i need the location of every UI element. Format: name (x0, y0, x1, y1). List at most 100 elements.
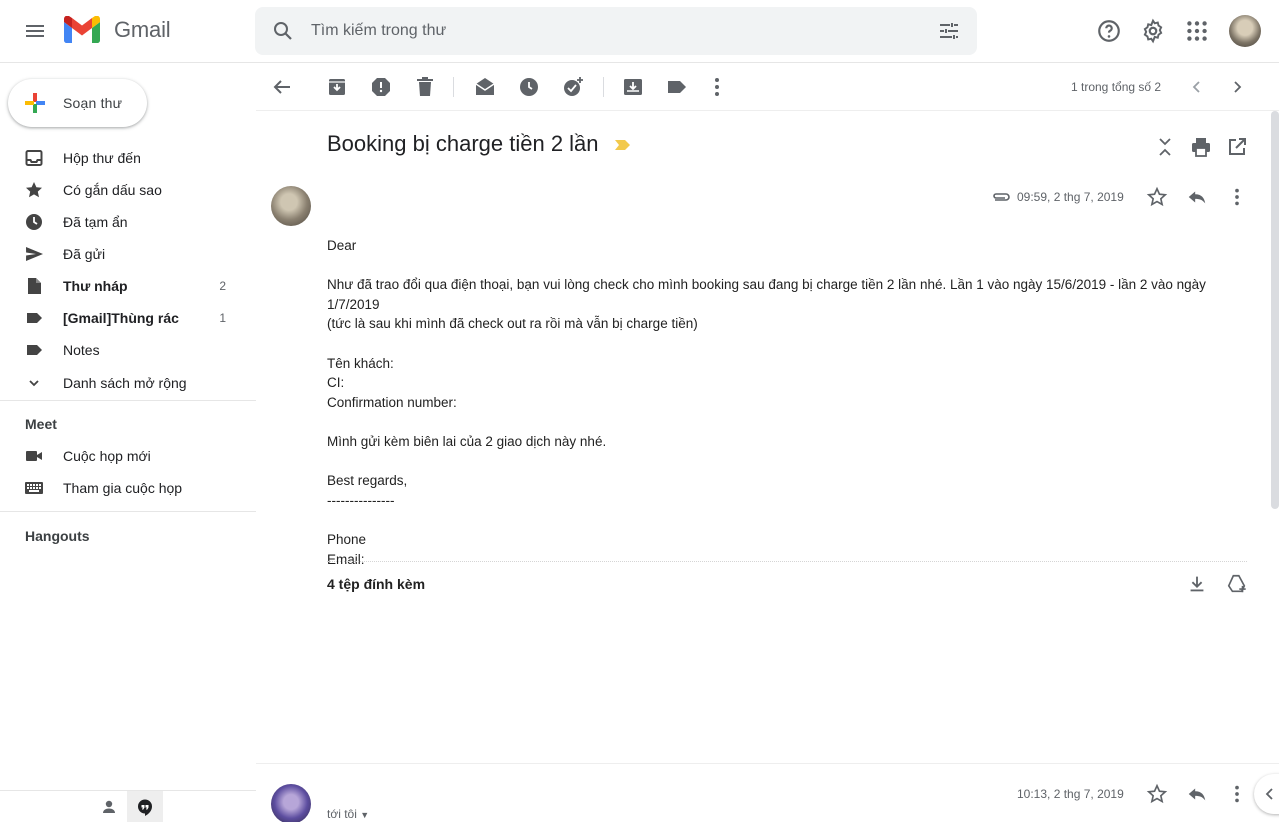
sidebar-item-sent[interactable]: Đã gửi (0, 238, 256, 270)
back-arrow-icon[interactable] (270, 75, 294, 99)
reply-sender-avatar[interactable] (271, 784, 311, 822)
reply-recipient-label: tới tôi (327, 807, 357, 821)
older-icon[interactable] (1225, 75, 1249, 99)
reply-recipient[interactable]: tới tôi ▼ (327, 807, 369, 821)
report-spam-icon[interactable] (369, 75, 393, 99)
chevron-down-icon (29, 380, 39, 387)
caret-down-icon: ▼ (360, 810, 370, 820)
sidebar-item-label: Hộp thư đến (63, 150, 141, 166)
clock-icon (26, 214, 42, 230)
inbox-icon (25, 150, 43, 166)
sidebar-item-label: [Gmail]Thùng rác (63, 310, 179, 326)
divider (0, 400, 256, 401)
sidebar-item-label: Notes (63, 342, 100, 358)
divider (0, 511, 256, 512)
star-icon[interactable] (1146, 783, 1168, 805)
chevron-left-icon (1265, 788, 1273, 800)
sidebar-item-starred[interactable]: Có gắn dấu sao (0, 174, 256, 206)
sender-avatar[interactable] (271, 186, 311, 226)
body-paragraph: Như đã trao đổi qua điện thoại, bạn vui … (327, 277, 1206, 312)
label-icon (27, 313, 42, 323)
scrollbar-thumb[interactable] (1271, 111, 1279, 509)
delete-icon[interactable] (413, 75, 437, 99)
sidebar-item-more[interactable]: Danh sách mở rộng (0, 367, 256, 399)
star-icon (26, 182, 42, 198)
add-task-icon[interactable] (561, 75, 585, 99)
sidebar-item-inbox[interactable]: Hộp thư đến (0, 142, 256, 174)
message-toolbar: 1 trong tổng số 2 (256, 63, 1279, 111)
newer-icon[interactable] (1185, 75, 1209, 99)
compose-label: Soạn thư (63, 95, 123, 111)
video-icon (26, 451, 42, 461)
sidebar-item-label: Cuộc họp mới (63, 448, 151, 464)
archive-icon[interactable] (325, 75, 349, 99)
gmail-logo[interactable]: Gmail (64, 16, 171, 43)
sidebar-item-label: Đã tạm ẩn (63, 214, 128, 230)
compose-button[interactable]: Soạn thư (8, 79, 147, 127)
snooze-icon[interactable] (517, 75, 541, 99)
message-divider (256, 763, 1279, 764)
toolbar-divider (603, 77, 604, 97)
collapse-all-icon[interactable] (1153, 135, 1177, 159)
menu-icon[interactable] (23, 20, 47, 44)
download-all-icon[interactable] (1186, 573, 1208, 595)
pager-text: 1 trong tổng số 2 (1071, 80, 1162, 94)
add-to-drive-icon[interactable] (1226, 573, 1248, 595)
top-header: Gmail (0, 0, 1279, 63)
tune-icon[interactable] (937, 19, 961, 43)
sidebar-item-join-meeting[interactable]: Tham gia cuộc họp (0, 472, 256, 504)
reply-icon[interactable] (1186, 783, 1208, 805)
sidebar-item-new-meeting[interactable]: Cuộc họp mới (0, 440, 256, 472)
settings-icon[interactable] (1140, 18, 1166, 44)
label-icon (27, 345, 42, 355)
body-regards: Best regards, (327, 473, 408, 489)
more-vert-icon[interactable] (1226, 186, 1248, 208)
reply-icon[interactable] (1186, 186, 1208, 208)
account-avatar[interactable] (1229, 15, 1261, 47)
sidebar-item-label: Danh sách mở rộng (63, 375, 187, 391)
attachment-divider (327, 561, 1247, 562)
star-icon[interactable] (1146, 186, 1168, 208)
body-phone: Phone (327, 531, 367, 547)
sidebar-item-label: Có gắn dấu sao (63, 182, 162, 198)
sidebar-item-label: Tham gia cuộc họp (63, 480, 183, 496)
sidebar-item-drafts[interactable]: Thư nháp 2 (0, 270, 256, 302)
mail-body: Dear Như đã trao đổi qua điện thoại, bạn… (327, 236, 1247, 569)
help-icon[interactable] (1096, 18, 1122, 44)
sidebar-item-trash[interactable]: [Gmail]Thùng rác 1 (0, 302, 256, 334)
send-icon (26, 247, 43, 261)
sidebar-bottom-bar (0, 790, 256, 822)
labels-icon[interactable] (665, 75, 689, 99)
reply-date: 10:13, 2 thg 7, 2019 (1017, 787, 1124, 801)
mark-unread-icon[interactable] (473, 75, 497, 99)
move-to-icon[interactable] (621, 75, 645, 99)
person-icon (103, 800, 115, 813)
contacts-button[interactable] (91, 791, 127, 822)
body-email: Email: (327, 551, 365, 567)
hangouts-icon (138, 799, 152, 816)
more-vert-icon[interactable] (705, 75, 729, 99)
apps-icon[interactable] (1184, 18, 1210, 44)
body-confirmation: Confirmation number: (327, 394, 457, 410)
search-input[interactable] (311, 19, 911, 43)
keyboard-icon (25, 482, 43, 494)
hangouts-button[interactable] (127, 791, 163, 822)
sidebar-item-notes[interactable]: Notes (0, 334, 256, 366)
important-marker-icon[interactable] (614, 138, 632, 152)
search-icon[interactable] (271, 19, 295, 43)
more-vert-icon[interactable] (1226, 783, 1248, 805)
body-paragraph: (tức là sau khi mình đã check out ra rồi… (327, 316, 698, 332)
print-icon[interactable] (1189, 135, 1213, 159)
hangouts-title: Hangouts (25, 528, 90, 544)
meet-title: Meet (25, 416, 57, 432)
app-name: Gmail (114, 16, 171, 42)
sidebar: Soạn thư Hộp thư đến Có gắn dấu sao Đã t… (0, 63, 256, 822)
attachments-title: 4 tệp đính kèm (327, 576, 426, 592)
search-bar[interactable] (255, 7, 977, 55)
sidebar-item-label: Đã gửi (63, 246, 106, 262)
scrollbar[interactable] (1269, 111, 1279, 511)
mail-subject: Booking bị charge tiền 2 lần (327, 131, 599, 156)
open-new-window-icon[interactable] (1225, 135, 1249, 159)
side-panel-toggle[interactable] (1254, 774, 1279, 814)
sidebar-item-snoozed[interactable]: Đã tạm ẩn (0, 206, 256, 238)
